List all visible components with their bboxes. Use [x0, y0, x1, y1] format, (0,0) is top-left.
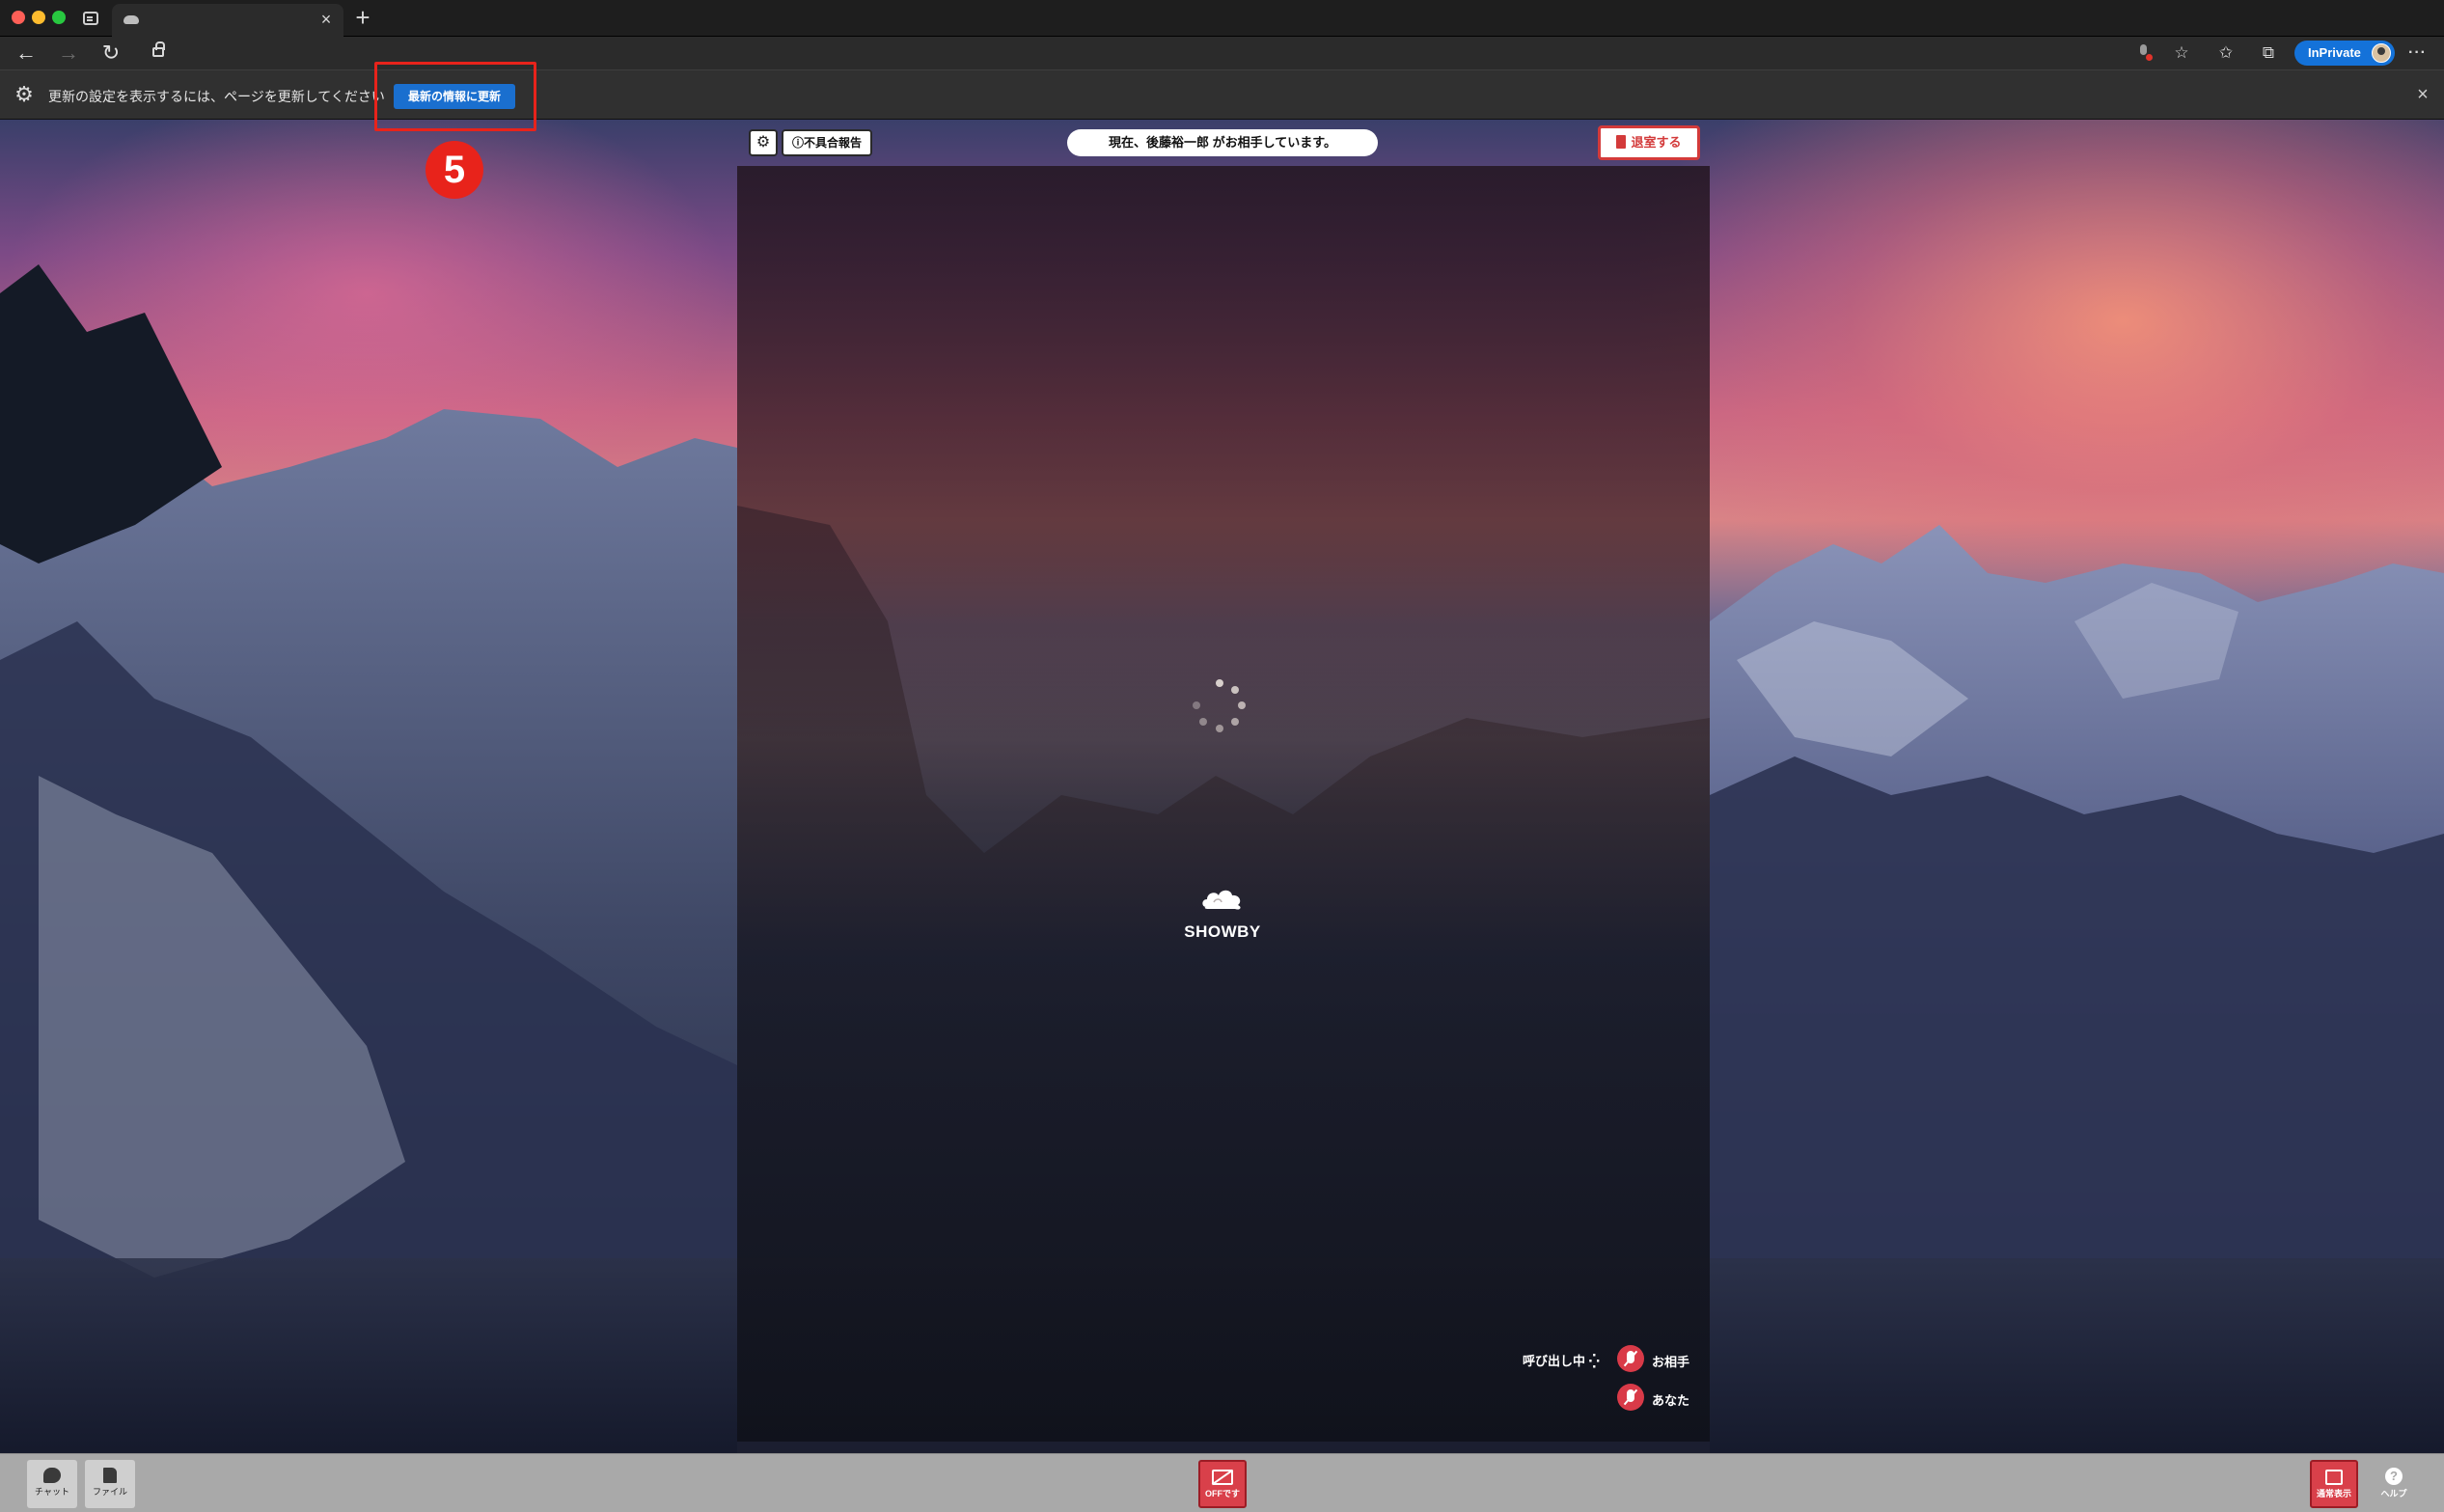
- bottom-control-bar: チャット ファイル OFFです 通常表示 ? ヘルプ: [0, 1453, 2444, 1512]
- video-area-panel: [737, 166, 1710, 1442]
- calling-status: 呼び出し中 ⁛: [1523, 1354, 1600, 1368]
- collections-icon[interactable]: ⧉: [2260, 44, 2277, 62]
- more-options-icon[interactable]: ···: [2408, 44, 2426, 62]
- favorites-icon[interactable]: ✩: [2217, 44, 2235, 62]
- step-number-badge: 5: [426, 141, 483, 199]
- you-label: あなた: [1652, 1393, 1690, 1408]
- video-room-page: ⚙ ⓘ不具合報告 現在、後藤裕一郎 がお相手しています。 退室する SHOWBY…: [0, 120, 2444, 1453]
- leave-room-label: 退室する: [1631, 135, 1682, 150]
- normal-view-label: 通常表示: [2316, 1489, 2351, 1498]
- normal-view-button[interactable]: 通常表示: [2310, 1460, 2358, 1508]
- brand-name: SHOWBY: [1184, 922, 1261, 941]
- infobar-message: 更新の設定を表示するには、ページを更新してください: [48, 89, 385, 104]
- file-label: ファイル: [92, 1487, 127, 1497]
- help-button[interactable]: ? ヘルプ: [2370, 1460, 2418, 1508]
- file-button[interactable]: ファイル: [85, 1460, 135, 1508]
- camera-toggle-label: OFFです: [1205, 1489, 1240, 1498]
- add-favorite-star-icon[interactable]: ☆: [2173, 44, 2190, 62]
- reload-icon[interactable]: ↻: [98, 41, 124, 66]
- file-icon: [103, 1468, 117, 1483]
- report-issue-label: 不具合報告: [804, 136, 863, 150]
- close-icon[interactable]: ×: [2412, 84, 2433, 105]
- new-tab-button[interactable]: +: [351, 5, 374, 30]
- door-icon: [1616, 135, 1627, 149]
- report-issue-button[interactable]: ⓘ不具合報告: [782, 129, 872, 156]
- leave-room-button[interactable]: 退室する: [1598, 125, 1700, 160]
- microphone-in-use-icon[interactable]: [2135, 44, 2153, 62]
- lock-icon[interactable]: [152, 41, 165, 57]
- tab-actions-icon[interactable]: [83, 12, 98, 25]
- partner-label: お相手: [1652, 1355, 1690, 1369]
- inprivate-label: InPrivate: [2308, 45, 2361, 60]
- camera-toggle-button[interactable]: OFFです: [1198, 1460, 1247, 1508]
- showby-cloud-logo-icon: [1202, 890, 1241, 910]
- window-minimize-button[interactable]: [32, 11, 45, 24]
- browser-toolbar: ← → ↻ ☆ ✩ ⧉ InPrivate ···: [0, 37, 2444, 69]
- settings-gear-button[interactable]: ⚙: [749, 129, 778, 156]
- partner-mic-muted-icon: [1617, 1345, 1644, 1372]
- update-info-bar: ⚙ 更新の設定を表示するには、ページを更新してください 最新の情報に更新 ×: [0, 69, 2444, 120]
- cloud-favicon-icon: [124, 15, 139, 24]
- loading-spinner-icon: [1193, 679, 1247, 733]
- camera-off-icon: [1212, 1470, 1233, 1485]
- gear-icon: ⚙: [14, 82, 34, 106]
- browser-tab[interactable]: ×: [112, 4, 343, 37]
- annotation-highlight-box: [374, 62, 536, 131]
- back-arrow-icon[interactable]: ←: [14, 41, 39, 66]
- tab-close-icon[interactable]: ×: [316, 10, 336, 29]
- help-label: ヘルプ: [2380, 1489, 2407, 1498]
- profile-avatar: [2372, 43, 2391, 63]
- window-view-icon: [2325, 1470, 2343, 1485]
- your-mic-muted-icon[interactable]: [1617, 1384, 1644, 1411]
- window-close-button[interactable]: [12, 11, 25, 24]
- window-zoom-button[interactable]: [52, 11, 66, 24]
- chat-button[interactable]: チャット: [27, 1460, 77, 1508]
- help-question-icon: ?: [2385, 1468, 2403, 1485]
- forward-arrow-icon[interactable]: →: [56, 41, 81, 66]
- calling-status-label: 呼び出し中: [1523, 1354, 1586, 1368]
- chat-label: チャット: [35, 1487, 69, 1497]
- inprivate-badge[interactable]: InPrivate: [2294, 41, 2395, 66]
- partner-status-pill: 現在、後藤裕一郎 がお相手しています。: [1067, 129, 1378, 156]
- chat-bubble-icon: [43, 1468, 61, 1483]
- browser-tab-bar: × +: [0, 0, 2444, 37]
